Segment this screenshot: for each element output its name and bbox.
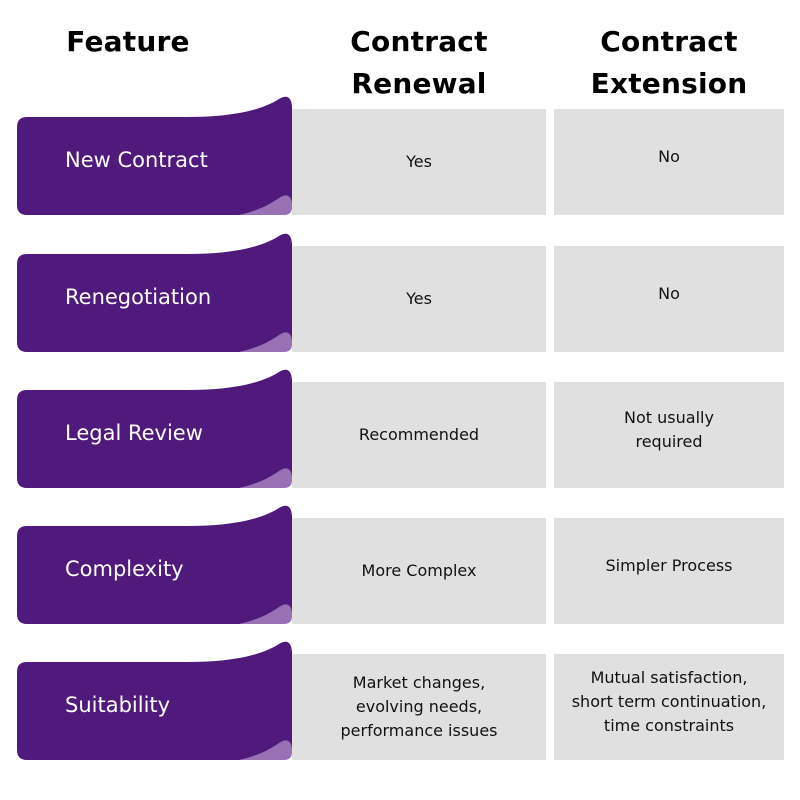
extension-value: Not usually required	[624, 408, 714, 451]
feature-tab: Renegotiation	[17, 232, 293, 354]
renewal-cell: Yes	[292, 109, 546, 215]
table-row-complexity: Complexity More Complex Simpler Process	[0, 504, 800, 632]
table-row-suitability: Suitability Market changes, evolving nee…	[0, 640, 800, 768]
feature-tab: New Contract	[17, 95, 293, 217]
renewal-cell: More Complex	[292, 518, 546, 624]
extension-value: Simpler Process	[605, 556, 733, 575]
renewal-value: Yes	[406, 152, 432, 171]
renewal-cell: Recommended	[292, 382, 546, 488]
feature-label: Legal Review	[65, 421, 203, 445]
table-row-renegotiation: Renegotiation Yes No	[0, 232, 800, 360]
table-header: Feature Contract Renewal Contract Extens…	[0, 0, 800, 110]
renewal-value: Recommended	[358, 425, 480, 444]
feature-label: Suitability	[65, 693, 171, 717]
feature-label: Renegotiation	[65, 285, 212, 309]
column-header-contract-extension: Contract Extension	[590, 25, 748, 100]
column-header-contract-renewal: Contract Renewal	[350, 25, 488, 100]
renewal-value: Market changes, evolving needs, performa…	[340, 673, 498, 740]
extension-cell: Mutual satisfaction, short term continua…	[554, 654, 784, 760]
renewal-cell: Yes	[292, 246, 546, 352]
feature-tab: Legal Review	[17, 368, 293, 490]
extension-cell: No	[554, 109, 784, 215]
renewal-cell: Market changes, evolving needs, performa…	[292, 654, 546, 760]
extension-cell: No	[554, 246, 784, 352]
column-header-feature: Feature	[66, 25, 190, 58]
extension-value: No	[658, 147, 680, 166]
renewal-value: More Complex	[361, 561, 477, 580]
feature-label: New Contract	[65, 148, 208, 172]
extension-cell: Not usually required	[554, 382, 784, 488]
feature-tab: Suitability	[17, 640, 293, 762]
renewal-value: Yes	[406, 289, 432, 308]
table-row-new-contract: New Contract Yes No	[0, 95, 800, 223]
feature-tab: Complexity	[17, 504, 293, 626]
extension-cell: Simpler Process	[554, 518, 784, 624]
feature-label: Complexity	[65, 557, 184, 581]
table-row-legal-review: Legal Review Recommended Not usually req…	[0, 368, 800, 496]
extension-value: No	[658, 284, 680, 303]
extension-value: Mutual satisfaction, short term continua…	[571, 668, 767, 735]
